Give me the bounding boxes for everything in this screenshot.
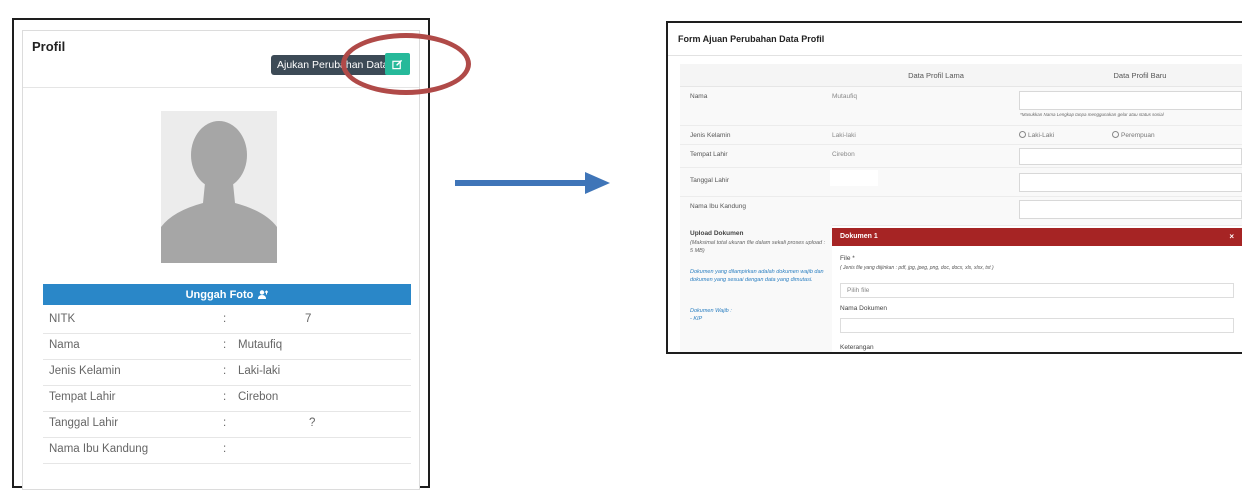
info-label: NITK bbox=[49, 313, 76, 325]
row-label: Nama bbox=[690, 93, 708, 100]
file-picker-input[interactable]: Pilih file bbox=[840, 283, 1234, 298]
form-row-nama: Nama Mutaufiq *Masukkan Nama Lengkap tan… bbox=[680, 87, 1242, 126]
file-types-note: ( Jenis file yang diijinkan : pdf, jpg, … bbox=[840, 265, 994, 271]
upload-rule-text: Dokumen yang dilampirkan adalah dokumen … bbox=[690, 269, 824, 283]
radio-laki-laki[interactable]: Laki-Laki bbox=[1019, 131, 1054, 139]
info-label: Nama bbox=[49, 339, 80, 351]
row-old-value: Cirebon bbox=[832, 151, 855, 158]
info-row-nama: Nama : Mutaufiq bbox=[43, 333, 411, 360]
info-label: Tempat Lahir bbox=[49, 391, 116, 403]
form-table-header: Data Profil Lama Data Profil Baru bbox=[680, 64, 1242, 87]
row-label: Tanggal Lahir bbox=[690, 177, 730, 184]
file-picker-placeholder: Pilih file bbox=[847, 287, 870, 294]
info-label: Jenis Kelamin bbox=[49, 365, 121, 377]
arrow-right-icon bbox=[455, 172, 610, 194]
tempat-lahir-input[interactable] bbox=[1019, 148, 1242, 165]
row-old-value: Laki-laki bbox=[832, 132, 856, 139]
info-label: Tanggal Lahir bbox=[49, 417, 119, 429]
radio-label: Laki-Laki bbox=[1028, 132, 1055, 139]
required-docs: Dokumen Wajib : - KIP bbox=[690, 307, 732, 323]
form-row-tanggal-lahir: Tanggal Lahir bbox=[680, 168, 1242, 197]
radio-label: Perempuan bbox=[1121, 132, 1155, 139]
col-new-header: Data Profil Baru bbox=[1113, 71, 1167, 80]
nama-input[interactable] bbox=[1019, 91, 1242, 110]
row-label: Tempat Lahir bbox=[690, 151, 728, 158]
description-label: Keterangan bbox=[840, 344, 874, 351]
upload-photo-label: Unggah Foto bbox=[185, 288, 254, 301]
upload-title: Upload Dokumen bbox=[690, 230, 744, 237]
form-title: Form Ajuan Perubahan Data Profil bbox=[678, 34, 825, 44]
row-label: Nama Ibu Kandung bbox=[690, 203, 747, 210]
info-separator: : bbox=[223, 417, 227, 429]
info-row-nama-ibu: Nama Ibu Kandung : bbox=[43, 437, 411, 464]
info-value: ? bbox=[309, 417, 316, 429]
profile-card: Profil Ajukan Perubahan Data Unggah Foto bbox=[22, 30, 471, 490]
radio-circle-icon bbox=[1112, 131, 1119, 138]
info-value: Cirebon bbox=[238, 391, 279, 403]
info-separator: : bbox=[223, 313, 227, 325]
info-row-tanggal-lahir: Tanggal Lahir : ? bbox=[43, 411, 411, 438]
document-name-label: Nama Dokumen bbox=[840, 305, 887, 312]
row-label: Jenis Kelamin bbox=[690, 132, 731, 139]
highlight-circle-annotation bbox=[341, 33, 471, 95]
profile-title: Profil bbox=[32, 39, 66, 54]
col-old-header: Data Profil Lama bbox=[908, 71, 964, 80]
radio-circle-icon bbox=[1019, 131, 1026, 138]
nama-hint: *Masukkan Nama Lengkap tanpa menggunakan… bbox=[1020, 112, 1164, 117]
user-silhouette-icon bbox=[161, 121, 277, 263]
profile-screenshot-frame: Profil Ajukan Perubahan Data Unggah Foto bbox=[12, 18, 471, 490]
upload-size-note: (Maksimal total ukuran file dalam sekali… bbox=[690, 240, 826, 254]
document-panel-title: Dokumen 1 bbox=[840, 233, 878, 240]
info-row-tempat-lahir: Tempat Lahir : Cirebon bbox=[43, 385, 411, 412]
info-value: Mutaufiq bbox=[238, 339, 283, 351]
required-docs-title: Dokumen Wajib : bbox=[690, 308, 732, 314]
profile-photo bbox=[161, 111, 277, 263]
radio-perempuan[interactable]: Perempuan bbox=[1112, 131, 1155, 139]
upload-photo-button[interactable]: Unggah Foto bbox=[43, 284, 411, 305]
required-doc-item: - KIP bbox=[690, 316, 703, 322]
form-row-nama-ibu: Nama Ibu Kandung bbox=[680, 197, 1242, 226]
info-label: Nama Ibu Kandung bbox=[49, 443, 149, 455]
info-separator: : bbox=[223, 339, 227, 351]
info-value: 7 bbox=[305, 313, 312, 325]
info-separator: : bbox=[223, 443, 227, 455]
redacted-value bbox=[830, 170, 878, 186]
info-separator: : bbox=[223, 365, 227, 377]
close-icon[interactable]: × bbox=[1229, 232, 1234, 241]
info-row-jenis-kelamin: Jenis Kelamin : Laki-laki bbox=[43, 359, 411, 386]
document-panel-header: Dokumen 1 × bbox=[832, 228, 1242, 246]
tanggal-lahir-input[interactable] bbox=[1019, 173, 1242, 192]
upload-user-icon bbox=[258, 290, 269, 299]
form-row-tempat-lahir: Tempat Lahir Cirebon bbox=[680, 145, 1242, 168]
info-row-nitk: NITK : 7 bbox=[43, 307, 411, 334]
document-panel: Dokumen 1 × File * ( Jenis file yang dii… bbox=[832, 228, 1242, 352]
form-screenshot-frame: Form Ajuan Perubahan Data Profil Data Pr… bbox=[666, 21, 1242, 354]
form-row-jenis-kelamin: Jenis Kelamin Laki-laki Laki-Laki Peremp… bbox=[680, 126, 1242, 145]
file-label: File * bbox=[840, 255, 855, 262]
nama-ibu-input[interactable] bbox=[1019, 200, 1242, 219]
form-divider bbox=[668, 55, 1242, 56]
info-separator: : bbox=[223, 391, 227, 403]
info-value: Laki-laki bbox=[238, 365, 281, 377]
document-name-input[interactable] bbox=[840, 318, 1234, 333]
row-old-value: Mutaufiq bbox=[832, 93, 857, 100]
upload-document-info: Upload Dokumen (Maksimal total ukuran fi… bbox=[680, 225, 832, 352]
